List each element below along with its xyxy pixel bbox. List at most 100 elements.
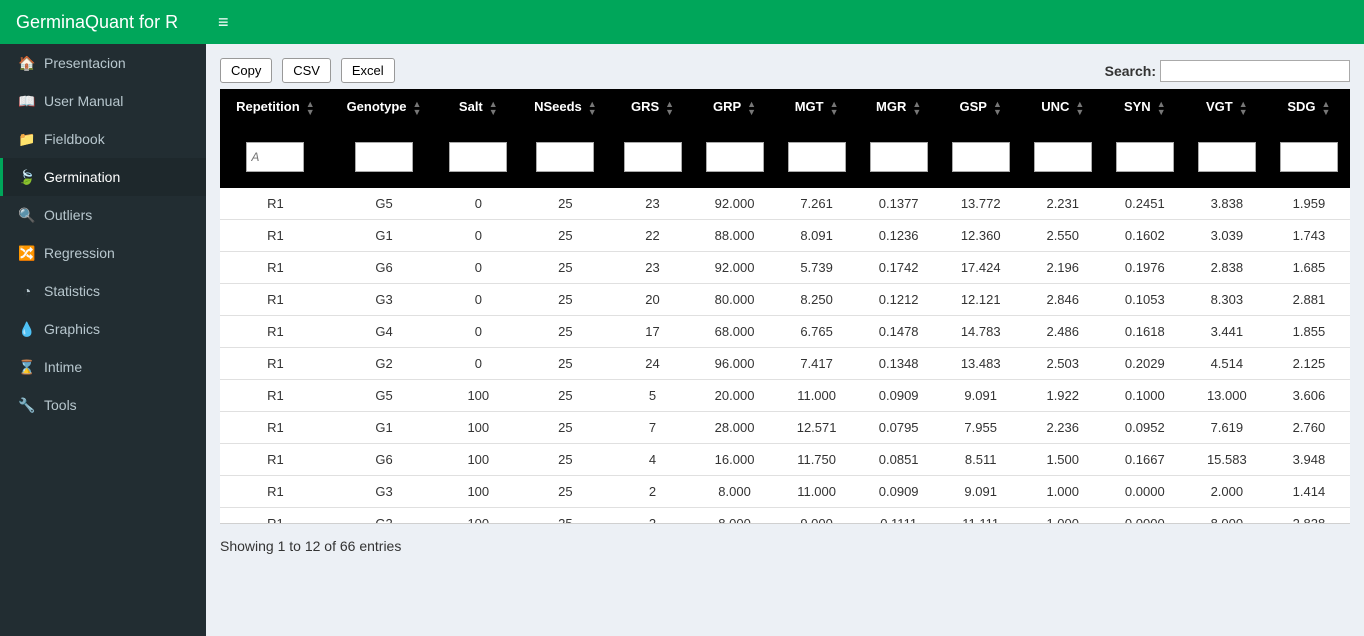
hamburger-icon[interactable]: ≡ <box>218 12 229 33</box>
table-row[interactable]: R1G40251768.0006.7650.147814.7832.4860.1… <box>220 316 1350 348</box>
table-row[interactable]: R1G610025416.00011.7500.08518.5111.5000.… <box>220 444 1350 476</box>
table-row[interactable]: R1G31002528.00011.0000.09099.0911.0000.0… <box>220 476 1350 508</box>
table-cell: R1 <box>220 252 331 284</box>
table-cell: 1.500 <box>1022 444 1104 476</box>
sort-icon: ▲▼ <box>993 100 1002 116</box>
col-filter-salt[interactable] <box>449 142 507 172</box>
table-cell: 0.1667 <box>1104 444 1186 476</box>
sidebar-item-intime[interactable]: ⌛Intime <box>0 348 206 386</box>
sort-icon: ▲▼ <box>747 100 756 116</box>
sidebar-item-statistics[interactable]: ◔Statistics <box>0 272 206 310</box>
table-cell: 14.783 <box>940 316 1022 348</box>
excel-button[interactable]: Excel <box>341 58 395 83</box>
col-header-label: SYN <box>1124 99 1151 114</box>
sort-icon: ▲▼ <box>1322 100 1331 116</box>
table-cell: 96.000 <box>694 348 776 380</box>
col-header-genotype[interactable]: Genotype▲▼ <box>331 89 438 126</box>
col-header-label: Salt <box>459 99 483 114</box>
csv-button[interactable]: CSV <box>282 58 331 83</box>
table-cell: 0.1348 <box>858 348 940 380</box>
col-header-grs[interactable]: GRS▲▼ <box>611 89 693 126</box>
table-row[interactable]: R1G20252496.0007.4170.134813.4832.5030.2… <box>220 348 1350 380</box>
sidebar-item-label: Intime <box>44 359 82 375</box>
table-cell: 11.000 <box>776 380 858 412</box>
table-cell: 7.417 <box>776 348 858 380</box>
table-cell: 2 <box>611 476 693 508</box>
table-cell: 2.196 <box>1022 252 1104 284</box>
table-row[interactable]: R1G510025520.00011.0000.09099.0911.9220.… <box>220 380 1350 412</box>
col-filter-unc[interactable] <box>1034 142 1092 172</box>
table-cell: 100 <box>437 444 519 476</box>
col-header-unc[interactable]: UNC▲▼ <box>1022 89 1104 126</box>
table-cell: 0 <box>437 316 519 348</box>
col-filter-grp[interactable] <box>706 142 764 172</box>
sidebar-item-germination[interactable]: 🍃Germination <box>0 158 206 196</box>
col-header-gsp[interactable]: GSP ▲▼ <box>940 89 1022 126</box>
col-filter-nseeds[interactable] <box>536 142 594 172</box>
table-cell: R1 <box>220 316 331 348</box>
table-cell: 0.0909 <box>858 380 940 412</box>
table-cell: 2.760 <box>1268 412 1350 444</box>
table-scroll-region[interactable]: Repetition▲▼Genotype▲▼Salt▲▼NSeeds▲▼GRS▲… <box>220 89 1350 524</box>
table-cell: 11.111 <box>940 508 1022 524</box>
col-filter-genotype[interactable] <box>355 142 413 172</box>
sidebar-item-user-manual[interactable]: 📖User Manual <box>0 82 206 120</box>
copy-button[interactable]: Copy <box>220 58 272 83</box>
table-row[interactable]: R1G110025728.00012.5710.07957.9552.2360.… <box>220 412 1350 444</box>
table-cell: 0.1236 <box>858 220 940 252</box>
col-header-vgt[interactable]: VGT▲▼ <box>1186 89 1268 126</box>
topbar: ≡ <box>206 0 1364 44</box>
sidebar-item-regression[interactable]: 🔀Regression <box>0 234 206 272</box>
col-header-nseeds[interactable]: NSeeds▲▼ <box>519 89 611 126</box>
sidebar-item-presentacion[interactable]: 🏠Presentacion <box>0 44 206 82</box>
col-filter-syn[interactable] <box>1116 142 1174 172</box>
col-header-mgr[interactable]: MGR▲▼ <box>858 89 940 126</box>
table-cell: 2.231 <box>1022 188 1104 220</box>
export-buttons: Copy CSV Excel <box>220 58 401 83</box>
table-cell: 23 <box>611 188 693 220</box>
col-header-mgt[interactable]: MGT▲▼ <box>776 89 858 126</box>
table-cell: 2.846 <box>1022 284 1104 316</box>
col-header-sdg[interactable]: SDG▲▼ <box>1268 89 1350 126</box>
sidebar-item-fieldbook[interactable]: 📁Fieldbook <box>0 120 206 158</box>
col-filter-mgt[interactable] <box>788 142 846 172</box>
table-info: Showing 1 to 12 of 66 entries <box>220 538 1350 554</box>
table-cell: G3 <box>331 476 438 508</box>
table-cell: 2.838 <box>1186 252 1268 284</box>
graphics-icon: 💧 <box>16 321 38 338</box>
sidebar-item-graphics[interactable]: 💧Graphics <box>0 310 206 348</box>
col-header-syn[interactable]: SYN▲▼ <box>1104 89 1186 126</box>
search-input[interactable] <box>1160 60 1350 82</box>
table-cell: 25 <box>519 412 611 444</box>
table-cell: 7 <box>611 412 693 444</box>
sort-icon: ▲▼ <box>489 100 498 116</box>
table-cell: 0.0851 <box>858 444 940 476</box>
table-row[interactable]: R1G21002528.0009.0000.111111.1111.0000.0… <box>220 508 1350 524</box>
sidebar-item-label: User Manual <box>44 93 123 109</box>
col-filter-mgr[interactable] <box>870 142 928 172</box>
col-header-label: GSP <box>960 99 987 114</box>
table-cell: 0.0000 <box>1104 508 1186 524</box>
table-cell: 25 <box>519 220 611 252</box>
table-row[interactable]: R1G10252288.0008.0910.123612.3602.5500.1… <box>220 220 1350 252</box>
table-cell: 17 <box>611 316 693 348</box>
col-filter-sdg[interactable] <box>1280 142 1338 172</box>
col-filter-grs[interactable] <box>624 142 682 172</box>
col-filter-repetition[interactable] <box>246 142 304 172</box>
table-row[interactable]: R1G30252080.0008.2500.121212.1212.8460.1… <box>220 284 1350 316</box>
sidebar-item-outliers[interactable]: 🔍Outliers <box>0 196 206 234</box>
col-filter-vgt[interactable] <box>1198 142 1256 172</box>
col-header-label: UNC <box>1041 99 1069 114</box>
col-header-salt[interactable]: Salt ▲▼ <box>437 89 519 126</box>
table-row[interactable]: R1G60252392.0005.7390.174217.4242.1960.1… <box>220 252 1350 284</box>
statistics-icon: ◔ <box>16 283 38 299</box>
col-header-label: MGT <box>795 99 824 114</box>
col-header-label: Genotype <box>347 99 407 114</box>
col-header-grp[interactable]: GRP▲▼ <box>694 89 776 126</box>
table-row[interactable]: R1G50252392.0007.2610.137713.7722.2310.2… <box>220 188 1350 220</box>
col-header-repetition[interactable]: Repetition▲▼ <box>220 89 331 126</box>
col-header-label: MGR <box>876 99 906 114</box>
table-cell: 25 <box>519 316 611 348</box>
col-filter-gsp[interactable] <box>952 142 1010 172</box>
sidebar-item-tools[interactable]: 🔧Tools <box>0 386 206 424</box>
